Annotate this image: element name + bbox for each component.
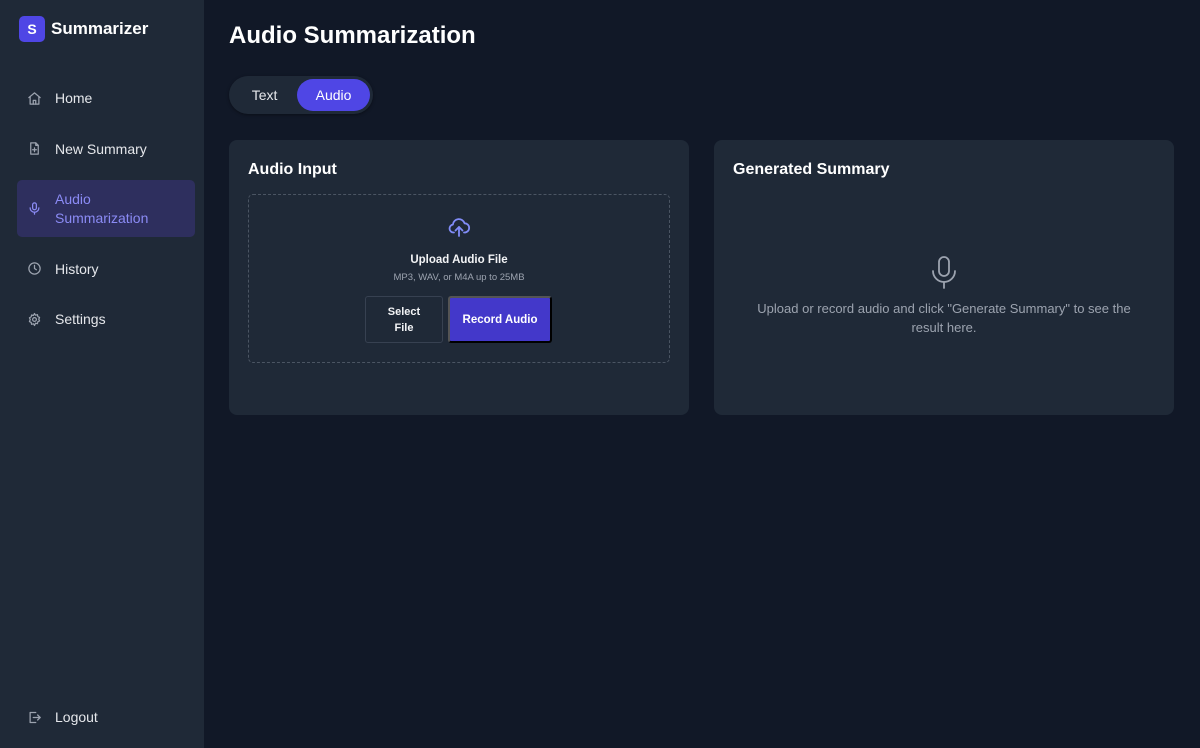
logout-label: Logout (55, 709, 98, 725)
gear-icon (27, 312, 42, 327)
mic-icon (27, 201, 42, 216)
sidebar: S Summarizer Home New Summary Audio Summ… (0, 0, 204, 748)
file-plus-icon (27, 141, 42, 156)
tab-text[interactable]: Text (232, 79, 297, 111)
sidebar-item-label: Settings (55, 311, 106, 328)
sidebar-item-label: New Summary (55, 140, 147, 157)
mic-icon (930, 255, 958, 291)
sidebar-item-label: History (55, 260, 99, 277)
generated-summary-card: Generated Summary Upload or record audio… (714, 140, 1174, 415)
tab-audio[interactable]: Audio (297, 79, 370, 111)
logout-icon (27, 710, 42, 725)
summary-title: Generated Summary (733, 161, 890, 178)
main-content: Audio Summarization Text Audio Audio Inp… (204, 0, 1200, 748)
sidebar-item-label: Audio Summarization (55, 190, 149, 226)
sidebar-nav: Home New Summary Audio Summarization His… (17, 79, 195, 351)
mode-tabs: Text Audio (229, 76, 373, 114)
sidebar-item-home[interactable]: Home (17, 79, 195, 117)
upload-title: Upload Audio File (410, 254, 508, 266)
upload-hint: MP3, WAV, or M4A up to 25MB (393, 272, 525, 283)
record-audio-button[interactable]: Record Audio (448, 296, 552, 343)
sidebar-item-history[interactable]: History (17, 250, 195, 288)
sidebar-item-audio-summarization[interactable]: Audio Summarization (17, 180, 195, 238)
home-icon (27, 91, 42, 106)
clock-icon (27, 261, 42, 276)
sidebar-item-new-summary[interactable]: New Summary (17, 130, 195, 168)
audio-input-card: Audio Input Upload Audio File MP3, WAV, … (229, 140, 689, 415)
logout-area: Logout (17, 698, 195, 748)
sidebar-item-label: Home (55, 90, 93, 106)
upload-dropzone[interactable]: Upload Audio File MP3, WAV, or M4A up to… (248, 194, 670, 363)
cloud-upload-icon (447, 215, 471, 239)
audio-input-title: Audio Input (248, 161, 337, 178)
summary-empty-state: Upload or record audio and click "Genera… (757, 301, 1131, 335)
brand-logo: S (19, 16, 45, 42)
page-title: Audio Summarization (229, 22, 476, 49)
brand-name: Summarizer (51, 19, 149, 38)
sidebar-item-settings[interactable]: Settings (17, 300, 195, 338)
select-file-button[interactable]: Select File (365, 296, 443, 343)
logout-button[interactable]: Logout (17, 698, 195, 736)
brand[interactable]: S Summarizer (19, 16, 148, 42)
